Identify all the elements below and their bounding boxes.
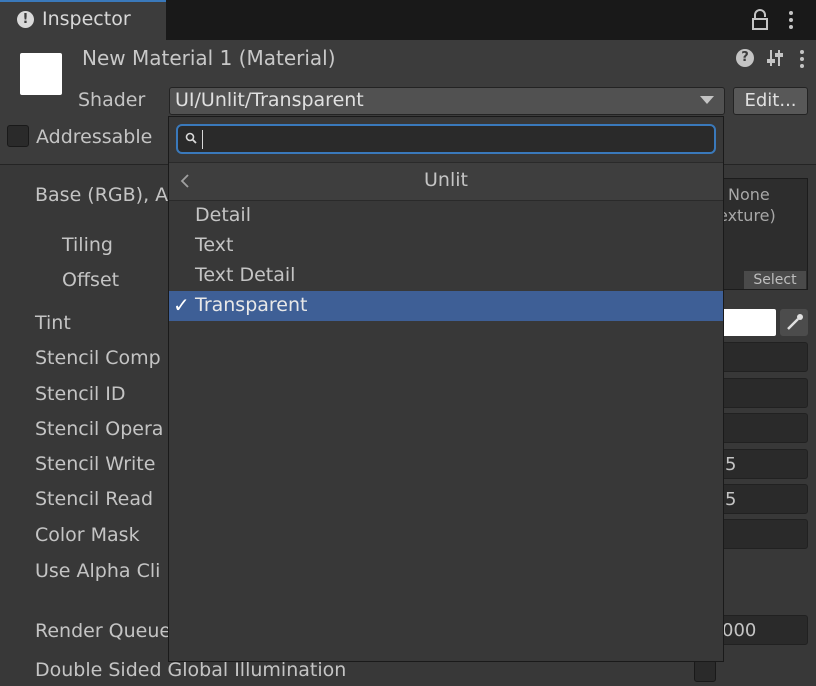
texture-select-button[interactable]: Select: [744, 271, 806, 289]
property-color-mask-label: Color Mask: [35, 524, 140, 546]
addressable-checkbox[interactable]: [7, 125, 29, 147]
edit-shader-button[interactable]: Edit...: [733, 87, 808, 115]
dropdown-item-label: Text: [195, 234, 234, 256]
shader-value: UI/Unlit/Transparent: [175, 89, 364, 111]
tint-color-field[interactable]: [715, 309, 776, 336]
stencil-write-value: 5: [725, 454, 737, 475]
tab-inspector-label: Inspector: [42, 8, 131, 30]
property-offset-label: Offset: [62, 269, 120, 291]
property-tiling-label: Tiling: [62, 234, 113, 256]
color-mask-field[interactable]: [715, 519, 808, 549]
texture-none-label: None: [728, 185, 770, 204]
render-queue-value: 000: [722, 620, 757, 641]
preset-icon[interactable]: [765, 48, 785, 68]
text-cursor: [202, 130, 203, 149]
help-icon[interactable]: ?: [736, 49, 754, 67]
dropdown-item-text[interactable]: Text: [169, 231, 723, 261]
stencil-id-field[interactable]: [715, 378, 808, 408]
shader-label: Shader: [78, 89, 146, 111]
more-options-icon[interactable]: [786, 8, 796, 32]
addressable-label: Addressable: [36, 126, 153, 148]
property-tint-label: Tint: [35, 312, 71, 334]
property-use-alpha-clip-label: Use Alpha Cli: [35, 560, 161, 582]
property-stencil-write-label: Stencil Write: [35, 453, 156, 475]
dropdown-item-detail[interactable]: Detail: [169, 201, 723, 231]
dropdown-item-label: Detail: [195, 204, 251, 226]
info-icon: !: [17, 11, 34, 28]
material-preview-swatch: [20, 53, 62, 95]
stencil-read-value: 5: [725, 489, 737, 510]
stencil-operation-field[interactable]: [715, 413, 808, 443]
property-double-sided-gi-label: Double Sided Global Illumination: [35, 659, 347, 681]
material-title: New Material 1 (Material): [82, 46, 336, 70]
property-base-label: Base (RGB), A: [35, 184, 169, 206]
property-stencil-id-label: Stencil ID: [35, 383, 126, 405]
stencil-comp-field[interactable]: [715, 342, 808, 372]
property-stencil-comp-label: Stencil Comp: [35, 347, 161, 369]
dropdown-item-text-detail[interactable]: Text Detail: [169, 261, 723, 291]
dropdown-item-label: Transparent: [195, 294, 308, 316]
property-render-queue-label: Render Queue: [35, 620, 172, 642]
property-stencil-operation-label: Stencil Opera: [35, 418, 164, 440]
search-icon: [185, 132, 197, 144]
dropdown-item-label: Text Detail: [195, 264, 296, 286]
lock-icon[interactable]: [750, 8, 770, 32]
dropdown-title: Unlit: [424, 169, 468, 191]
chevron-down-icon: [700, 96, 714, 104]
checkmark-icon: ✓: [173, 293, 190, 317]
dropdown-item-transparent[interactable]: ✓ Transparent: [169, 291, 723, 321]
material-more-options-icon[interactable]: [797, 48, 807, 70]
eyedropper-icon[interactable]: [780, 309, 808, 336]
shader-search-input[interactable]: [176, 124, 716, 154]
double-sided-gi-checkbox[interactable]: [694, 660, 716, 682]
property-stencil-read-label: Stencil Read: [35, 488, 154, 510]
texture-type-label: exture): [718, 206, 776, 225]
